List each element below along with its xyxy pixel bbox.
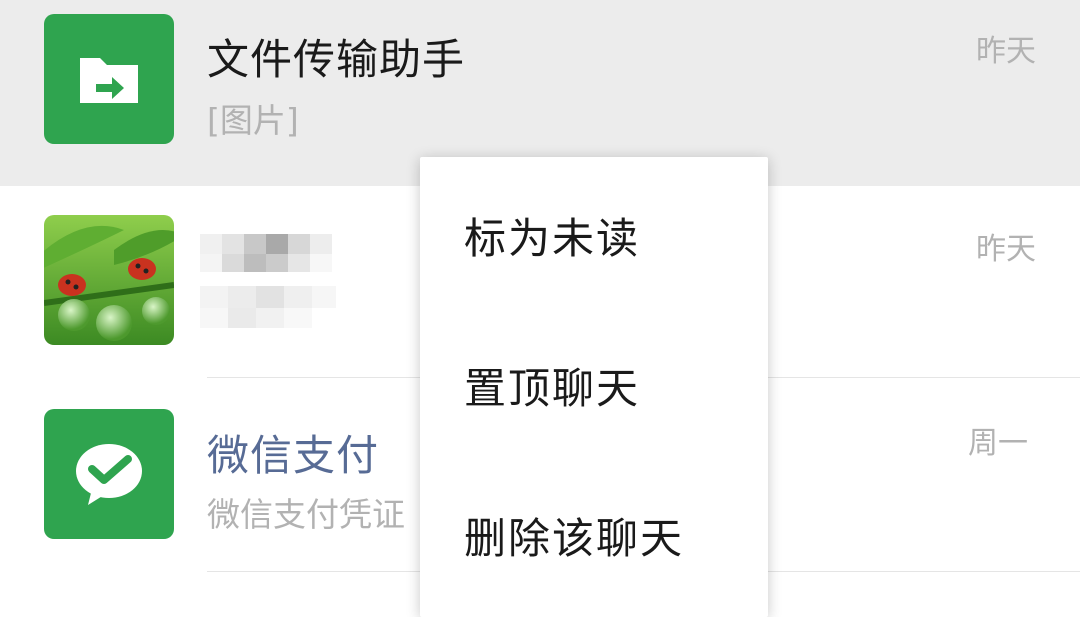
chat-time: 昨天: [976, 34, 1036, 69]
blurred-contact-preview: [200, 282, 340, 336]
chat-name: 微信支付: [207, 431, 380, 480]
wechat-pay-avatar: [44, 409, 174, 539]
ladybug-leaf-image: [44, 215, 174, 345]
chat-time: 昨天: [976, 232, 1036, 267]
chat-preview: 微信支付凭证: [207, 495, 405, 534]
chat-context-menu: 标为未读 置顶聊天 删除该聊天: [420, 157, 768, 617]
menu-item-mark-unread[interactable]: 标为未读: [420, 157, 768, 307]
chat-name: 文件传输助手: [207, 35, 466, 84]
ladybug-photo-avatar: [44, 215, 174, 345]
menu-item-label: 删除该聊天: [464, 514, 685, 563]
blurred-contact-name: [200, 230, 345, 280]
mosaic-preview: [200, 282, 340, 332]
wechat-pay-icon: [76, 444, 142, 505]
menu-item-label: 置顶聊天: [464, 364, 641, 413]
chat-time: 周一: [968, 426, 1028, 461]
folder-transfer-icon: [80, 58, 138, 103]
menu-item-delete-chat[interactable]: 删除该聊天: [420, 457, 768, 607]
chat-preview: [图片]: [207, 101, 299, 140]
file-transfer-avatar: [44, 14, 174, 144]
menu-item-pin-chat[interactable]: 置顶聊天: [420, 307, 768, 457]
menu-item-label: 标为未读: [464, 214, 641, 263]
mosaic-name: [200, 230, 345, 276]
